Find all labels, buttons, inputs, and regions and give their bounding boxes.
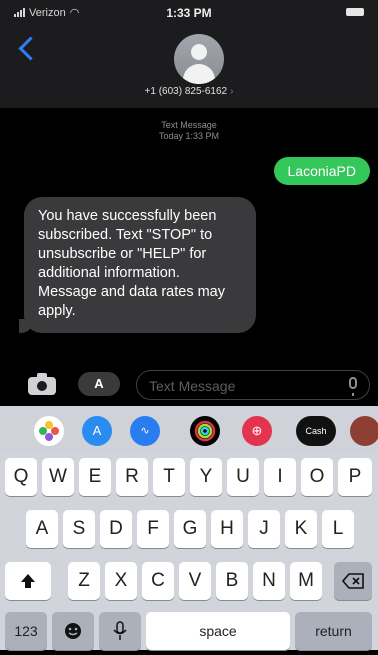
key-n[interactable]: N (253, 562, 285, 600)
key-f[interactable]: F (137, 510, 169, 548)
key-h[interactable]: H (211, 510, 243, 548)
emoji-key[interactable] (52, 612, 94, 650)
camera-icon[interactable] (28, 373, 56, 395)
audio-message-icon[interactable]: ∿ (130, 416, 160, 446)
key-x[interactable]: X (105, 562, 137, 600)
key-y[interactable]: Y (190, 458, 222, 496)
key-u[interactable]: U (227, 458, 259, 496)
apple-cash-icon[interactable]: Cash (296, 416, 336, 446)
sent-message-bubble[interactable]: LaconiaPD (273, 157, 370, 185)
back-icon[interactable] (18, 36, 43, 61)
received-message-text: You have successfully been subscribed. T… (38, 208, 225, 319)
key-q[interactable]: Q (5, 458, 37, 496)
key-a[interactable]: A (26, 510, 58, 548)
key-p[interactable]: P (338, 458, 372, 496)
status-time: 1:33 PM (166, 6, 212, 20)
key-t[interactable]: T (153, 458, 185, 496)
key-d[interactable]: D (100, 510, 132, 548)
photos-icon[interactable] (34, 416, 64, 446)
chevron-right-icon: › (230, 86, 234, 97)
message-input[interactable] (147, 375, 341, 397)
key-i[interactable]: I (264, 458, 296, 496)
keyboard: Q W E R T Y U I O P A S D F G H J K L Z … (0, 452, 378, 650)
search-images-icon[interactable]: ⊕ (242, 416, 272, 446)
contact-name[interactable]: +1 (603) 825-6162 › (0, 86, 378, 97)
app-drawer: A ∿ ⊕ Cash (0, 406, 378, 454)
numbers-key[interactable]: 123 (5, 612, 47, 650)
key-v[interactable]: V (179, 562, 211, 600)
microphone-icon[interactable] (349, 377, 357, 396)
key-s[interactable]: S (63, 510, 95, 548)
activity-icon[interactable] (190, 416, 220, 446)
key-r[interactable]: R (116, 458, 148, 496)
phone-screen: Verizon ◠ 1:33 PM +1 (603) 825-6162 › Tex… (0, 0, 378, 650)
return-key[interactable]: return (295, 612, 372, 650)
shift-key[interactable] (5, 562, 51, 600)
key-w[interactable]: W (42, 458, 74, 496)
message-field[interactable] (136, 370, 370, 400)
status-bar: Verizon ◠ 1:33 PM (0, 0, 378, 22)
conversation-meta: Text Message Today 1:33 PM (0, 120, 378, 142)
message-type-label: Text Message (161, 120, 217, 130)
key-o[interactable]: O (301, 458, 333, 496)
conversation-header: Verizon ◠ 1:33 PM +1 (603) 825-6162 › (0, 0, 378, 108)
app-store-icon[interactable]: A (78, 372, 120, 396)
key-b[interactable]: B (216, 562, 248, 600)
contact-avatar[interactable] (174, 34, 224, 84)
microphone-key[interactable] (99, 612, 141, 650)
key-c[interactable]: C (142, 562, 174, 600)
message-input-bar: A (0, 364, 378, 404)
key-l[interactable]: L (322, 510, 354, 548)
app-store-icon[interactable]: A (82, 416, 112, 446)
key-z[interactable]: Z (68, 562, 100, 600)
received-message-bubble[interactable]: You have successfully been subscribed. T… (19, 197, 256, 333)
key-m[interactable]: M (290, 562, 322, 600)
delete-key[interactable] (334, 562, 372, 600)
memoji-icon[interactable] (350, 416, 378, 446)
key-j[interactable]: J (248, 510, 280, 548)
key-e[interactable]: E (79, 458, 111, 496)
key-g[interactable]: G (174, 510, 206, 548)
key-k[interactable]: K (285, 510, 317, 548)
space-key[interactable]: space (146, 612, 290, 650)
message-timestamp: Today 1:33 PM (158, 131, 220, 141)
battery-icon (346, 8, 364, 16)
contact-number: +1 (603) 825-6162 (144, 86, 228, 97)
